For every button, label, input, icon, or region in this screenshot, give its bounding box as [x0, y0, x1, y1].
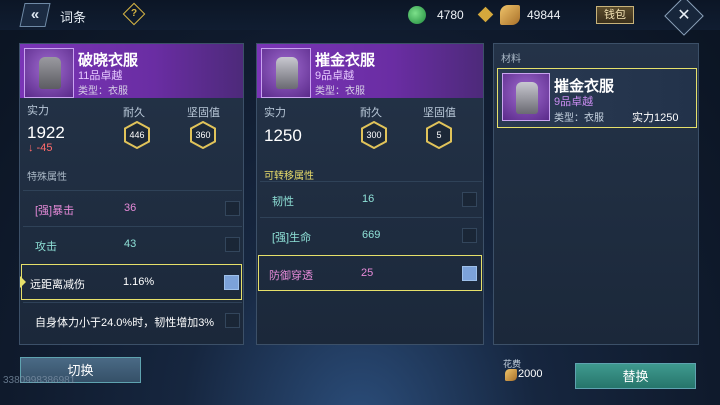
attribute-checkbox[interactable]	[225, 237, 240, 252]
power-decrease: ↓ -45	[28, 142, 53, 154]
attribute-row-selected[interactable]: 防御穿透 25	[258, 255, 482, 291]
attribute-checkbox[interactable]	[462, 192, 477, 207]
firmness-badge: 5	[425, 121, 453, 149]
gold-leaf-currency-icon	[505, 369, 517, 381]
replace-button[interactable]: 替换	[575, 363, 696, 389]
wallet-button[interactable]: 钱包	[596, 6, 634, 24]
attribute-checkbox[interactable]	[225, 201, 240, 216]
attribute-row[interactable]: [强]生命 669	[260, 217, 482, 253]
item-grade: 11品卓越	[78, 70, 123, 82]
close-icon: ✕	[677, 7, 691, 24]
attribute-checkbox-checked[interactable]	[224, 275, 239, 290]
material-type: 类型：衣服	[554, 113, 604, 124]
attribute-checkbox[interactable]	[225, 313, 240, 328]
item-type: 类型：衣服	[315, 86, 365, 97]
material-power: 实力1250	[632, 112, 679, 124]
back-icon: «	[30, 6, 40, 23]
materials-panel: 材料 摧金衣服 9品卓越 类型：衣服 实力1250	[493, 43, 699, 345]
cost-value: 2000	[518, 368, 543, 380]
attribute-row-selected[interactable]: 远距离减伤 1.16%	[20, 264, 242, 300]
material-item-panel: 摧金衣服 9品卓越 类型：衣服 实力 1250 耐久 300 坚固值 5 可转移…	[256, 43, 484, 345]
durability-label: 耐久	[123, 107, 145, 119]
firmness-label: 坚固值	[423, 107, 456, 119]
materials-title: 材料	[501, 54, 521, 65]
player-uid: 3380998386981	[3, 375, 76, 386]
jade-currency-icon	[408, 6, 426, 24]
item-grade: 9品卓越	[315, 70, 355, 82]
attribute-checkbox[interactable]	[462, 228, 477, 243]
material-item-card[interactable]: 摧金衣服 9品卓越 类型：衣服 实力1250	[497, 68, 697, 128]
attribute-row[interactable]: 攻击 43	[23, 226, 242, 262]
close-button[interactable]: ✕	[664, 0, 704, 36]
attribute-checkbox-checked[interactable]	[462, 266, 477, 281]
transferable-attributes-label: 可转移属性	[264, 171, 314, 182]
power-label: 实力	[264, 107, 286, 119]
firmness-badge: 360	[189, 121, 217, 149]
jade-currency-value: 4780	[437, 8, 464, 22]
armor-icon[interactable]	[24, 48, 74, 98]
power-label: 实力	[27, 105, 49, 117]
special-attributes-label: 特殊属性	[27, 172, 67, 183]
durability-badge: 300	[360, 121, 388, 149]
top-bar: « 词条 ? 4780 49844 钱包 ✕	[0, 0, 720, 36]
power-value: 1250	[264, 126, 302, 145]
firmness-label: 坚固值	[187, 107, 220, 119]
equipped-item-panel: 破晓衣服 11品卓越 类型：衣服 实力 1922 ↓ -45 耐久 446 坚固…	[19, 43, 244, 345]
durability-badge: 446	[123, 121, 151, 149]
item-type: 类型：衣服	[78, 86, 128, 97]
attribute-row[interactable]: 韧性 16	[260, 181, 482, 217]
attribute-row[interactable]: [强]暴击 36	[23, 190, 242, 226]
gold-leaf-currency-icon	[500, 5, 520, 25]
durability-label: 耐久	[360, 107, 382, 119]
selected-arrow-icon	[20, 276, 26, 288]
help-icon[interactable]: ?	[122, 2, 146, 26]
item-header: 摧金衣服 9品卓越 类型：衣服	[257, 44, 483, 98]
material-grade: 9品卓越	[554, 96, 594, 108]
page-title: 词条	[60, 10, 87, 25]
armor-icon	[502, 73, 550, 121]
add-currency-icon[interactable]	[477, 6, 494, 23]
item-header: 破晓衣服 11品卓越 类型：衣服	[20, 44, 243, 98]
attribute-row[interactable]: 自身体力小于24.0%时，韧性增加3%	[23, 302, 242, 338]
armor-icon[interactable]	[261, 48, 311, 98]
power-value: 1922	[27, 123, 65, 142]
gold-leaf-currency-value: 49844	[527, 8, 561, 22]
back-button[interactable]: «	[19, 3, 51, 27]
